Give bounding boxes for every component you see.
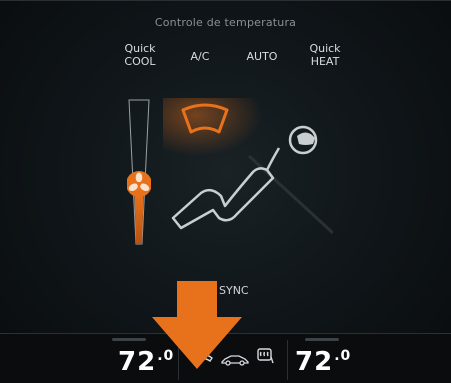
quick-cool-label-line2: COOL xyxy=(124,55,156,68)
climate-control-screen: Controle de temperatura Quick COOL A/C A… xyxy=(0,0,451,383)
ac-label: A/C xyxy=(190,50,210,63)
quick-cool-button[interactable]: Quick COOL xyxy=(122,42,158,68)
right-temp-indicator xyxy=(305,338,339,341)
quick-heat-label-line1: Quick xyxy=(309,42,341,55)
seat-heat-icon[interactable] xyxy=(256,347,274,369)
fan-speed-slider[interactable] xyxy=(126,98,152,246)
right-temp-decimal: .0 xyxy=(334,348,352,364)
down-arrow-icon xyxy=(152,281,242,369)
airflow-mode-selector[interactable] xyxy=(163,98,335,248)
quick-heat-label-line2: HEAT xyxy=(310,55,340,68)
quick-heat-button[interactable]: Quick HEAT xyxy=(305,42,345,68)
ac-button[interactable]: A/C xyxy=(185,50,215,63)
bottom-divider-right xyxy=(287,340,288,380)
right-temp-value: 72 xyxy=(295,347,334,377)
left-temp-value: 72 xyxy=(118,347,157,377)
top-border xyxy=(0,0,451,1)
fan-icon xyxy=(126,171,152,197)
quick-cool-label-line1: Quick xyxy=(124,42,156,55)
page-title: Controle de temperatura xyxy=(154,16,297,29)
auto-button[interactable]: AUTO xyxy=(242,50,282,63)
left-temp-indicator xyxy=(112,338,146,341)
auto-label: AUTO xyxy=(246,50,278,63)
fan-slider-fill xyxy=(134,194,144,244)
right-temperature[interactable]: 72.0 xyxy=(295,347,351,377)
